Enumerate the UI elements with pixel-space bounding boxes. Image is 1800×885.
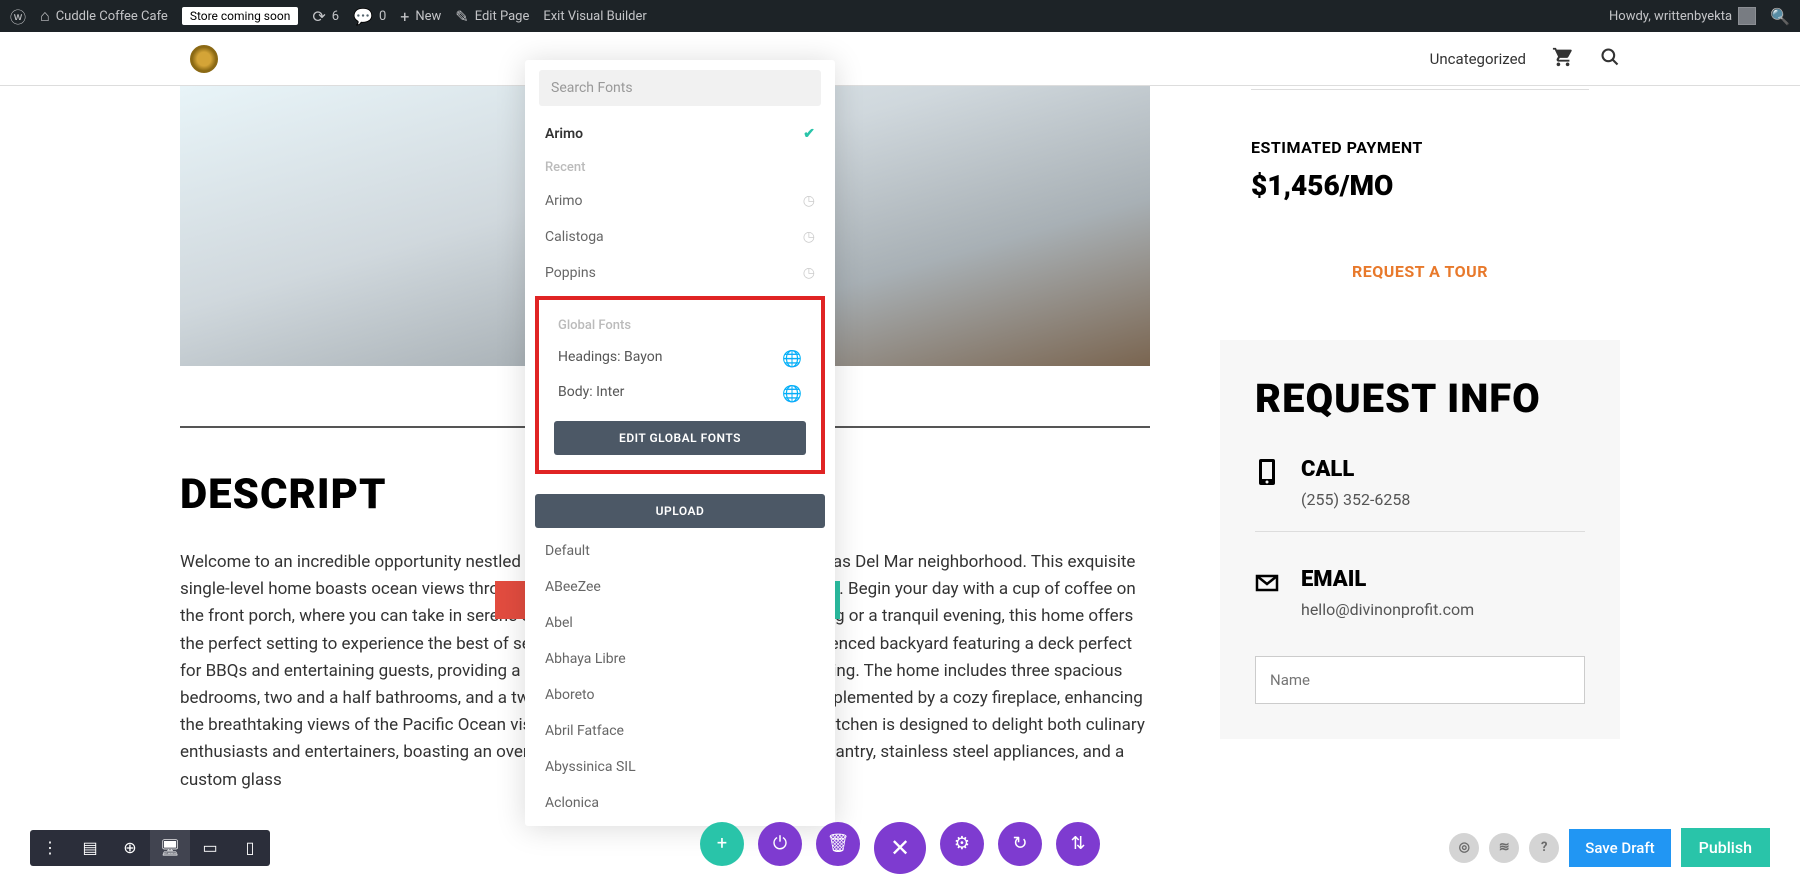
site-header: Uncategorized — [0, 32, 1800, 86]
new-link[interactable]: +New — [400, 7, 441, 26]
power-button[interactable]: ⏻ — [758, 822, 802, 866]
check-icon: ✔ — [803, 126, 815, 142]
global-body-font[interactable]: Body: Inter🌐 — [544, 376, 816, 411]
estimated-payment-value: $1,456/MO — [1251, 169, 1589, 202]
font-option[interactable]: Aboreto — [525, 677, 835, 713]
font-option[interactable]: Abel — [525, 605, 835, 641]
font-dropdown-panel: Search Fonts Arimo ✔ Recent Arimo◷ Calis… — [525, 60, 835, 826]
font-option[interactable]: Poppins◷ — [525, 255, 835, 291]
history-button[interactable]: ↻ — [998, 822, 1042, 866]
avatar-icon — [1738, 7, 1756, 25]
font-option-selected[interactable]: Arimo ✔ — [525, 116, 835, 152]
search-icon[interactable] — [1600, 47, 1620, 71]
globe-icon: 🌐 — [782, 384, 802, 403]
wireframe-icon[interactable]: ▤ — [70, 830, 110, 866]
request-tour-button[interactable]: REQUEST A TOUR — [1251, 262, 1589, 281]
site-menu[interactable]: ⌂Cuddle Coffee Cafe — [40, 6, 168, 26]
settings-button[interactable]: ⚙ — [940, 822, 984, 866]
estimated-payment-label: ESTIMATED PAYMENT — [1251, 138, 1589, 157]
cart-icon[interactable] — [1552, 46, 1574, 72]
delete-button[interactable]: 🗑 — [816, 822, 860, 866]
store-status-badge: Store coming soon — [182, 7, 299, 25]
menu-dots-icon[interactable]: ⋮ — [30, 830, 70, 866]
font-option[interactable]: Abril Fatface — [525, 713, 835, 749]
wp-logo-icon[interactable]: ⓦ — [10, 4, 26, 28]
close-button[interactable]: ✕ — [874, 822, 926, 874]
phone-icon — [1255, 457, 1279, 487]
clock-icon: ◷ — [803, 193, 815, 209]
email-label: EMAIL — [1301, 567, 1474, 592]
name-input[interactable] — [1255, 656, 1585, 704]
site-logo[interactable] — [190, 45, 218, 73]
howdy-user[interactable]: Howdy, writtenbyekta — [1609, 7, 1756, 25]
layers-icon[interactable]: ◎ — [1449, 833, 1479, 863]
view-mode-toolbar: ⋮ ▤ ⊕ 🖥 ▭ ▯ — [30, 830, 270, 866]
global-fonts-label: Global Fonts — [544, 310, 816, 341]
global-heading-font[interactable]: Headings: Bayon🌐 — [544, 341, 816, 376]
email-value: hello@divinonprofit.com — [1301, 600, 1474, 619]
mobile-icon[interactable]: ▯ — [230, 830, 270, 866]
exit-vb-link[interactable]: Exit Visual Builder — [543, 9, 646, 24]
edit-global-fonts-button[interactable]: EDIT GLOBAL FONTS — [554, 421, 806, 455]
publish-button[interactable]: Publish — [1681, 828, 1770, 867]
font-option[interactable]: Arimo◷ — [525, 183, 835, 219]
font-option[interactable]: Default — [525, 533, 835, 569]
add-button[interactable]: + — [700, 822, 744, 866]
clock-icon: ◷ — [803, 229, 815, 245]
call-label: CALL — [1301, 457, 1410, 482]
font-option[interactable]: Calistoga◷ — [525, 219, 835, 255]
email-icon — [1255, 567, 1279, 597]
font-option[interactable]: Abhaya Libre — [525, 641, 835, 677]
updates-link[interactable]: ⟳6 — [312, 7, 339, 26]
upload-font-button[interactable]: UPLOAD — [535, 494, 825, 528]
wp-admin-bar: ⓦ ⌂Cuddle Coffee Cafe Store coming soon … — [0, 0, 1800, 32]
module-overlay[interactable] — [495, 581, 525, 619]
font-option[interactable]: ABeeZee — [525, 569, 835, 605]
font-search-input[interactable]: Search Fonts — [539, 70, 821, 106]
help-icon[interactable]: ? — [1529, 833, 1559, 863]
recent-fonts-label: Recent — [525, 152, 835, 183]
globe-icon: 🌐 — [782, 349, 802, 368]
request-info-heading: REQUEST INFO — [1255, 375, 1585, 422]
nav-uncategorized[interactable]: Uncategorized — [1430, 50, 1526, 68]
zoom-icon[interactable]: ⊕ — [110, 830, 150, 866]
font-option[interactable]: Abyssinica SIL — [525, 749, 835, 785]
tablet-icon[interactable]: ▭ — [190, 830, 230, 866]
divi-bottom-toolbar: ⋮ ▤ ⊕ 🖥 ▭ ▯ + ⏻ 🗑 ✕ ⚙ ↻ ⇅ ◎ ≋ ? Save Dra… — [30, 828, 1770, 867]
stack-icon[interactable]: ≋ — [1489, 833, 1519, 863]
font-option[interactable]: Aclonica — [525, 785, 835, 821]
sliders-button[interactable]: ⇅ — [1056, 822, 1100, 866]
clock-icon: ◷ — [803, 265, 815, 281]
edit-page-link[interactable]: ✎Edit Page — [455, 7, 529, 26]
global-fonts-highlight: Global Fonts Headings: Bayon🌐 Body: Inte… — [535, 296, 825, 474]
call-value: (255) 352-6258 — [1301, 490, 1410, 509]
save-draft-button[interactable]: Save Draft — [1569, 829, 1670, 867]
admin-search-icon[interactable]: 🔍 — [1770, 7, 1790, 26]
desktop-icon[interactable]: 🖥 — [150, 830, 190, 866]
comments-link[interactable]: 💬0 — [353, 7, 386, 26]
